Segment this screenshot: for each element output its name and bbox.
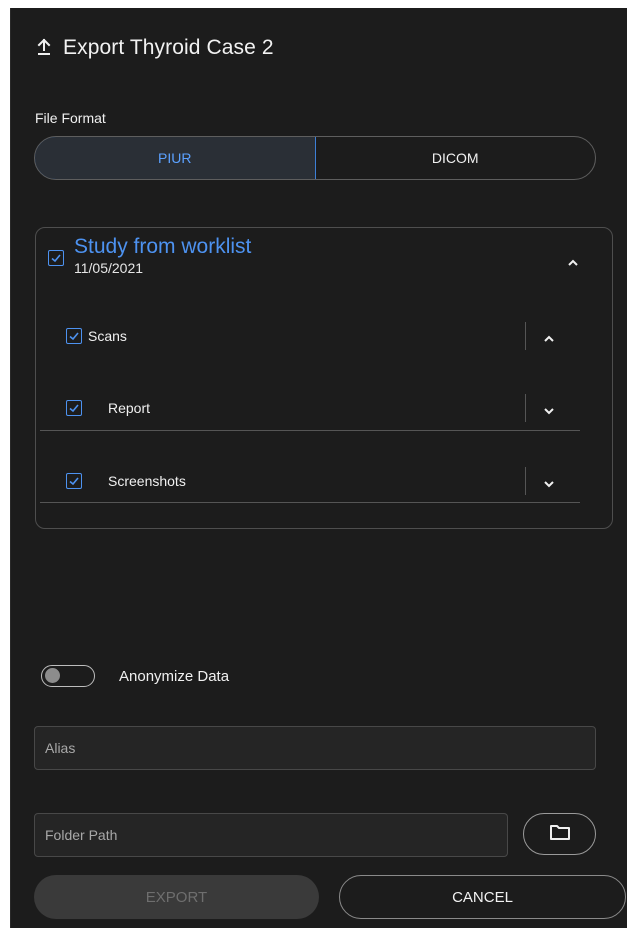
dialog-header: Export Thyroid Case 2 <box>35 36 274 60</box>
anonymize-control: Anonymize Data <box>41 665 229 687</box>
file-format-label: File Format <box>35 110 106 126</box>
cancel-button[interactable]: CANCEL <box>339 875 626 919</box>
report-row: Report <box>66 388 606 428</box>
study-checkbox[interactable] <box>48 250 64 266</box>
chevron-down-icon[interactable] <box>542 403 556 415</box>
anonymize-toggle[interactable] <box>41 665 95 687</box>
export-dialog: Export Thyroid Case 2 File Format PIUR D… <box>10 8 627 928</box>
anonymize-label: Anonymize Data <box>119 667 230 685</box>
report-separator <box>525 394 526 422</box>
format-option-piur[interactable]: PIUR <box>35 137 316 179</box>
toggle-knob <box>45 668 60 683</box>
row-divider <box>40 430 580 431</box>
row-divider <box>40 502 580 503</box>
alias-input[interactable] <box>34 726 596 770</box>
study-title: Study from worklist <box>74 235 252 258</box>
folder-icon <box>549 823 571 846</box>
report-label: Report <box>108 400 151 416</box>
chevron-up-icon[interactable] <box>566 255 580 266</box>
study-panel: Study from worklist 11/05/2021 Scans Rep… <box>35 227 613 529</box>
chevron-down-icon[interactable] <box>542 476 556 488</box>
chevron-up-icon[interactable] <box>542 331 556 342</box>
study-date: 11/05/2021 <box>74 260 144 276</box>
format-option-dicom[interactable]: DICOM <box>316 137 596 179</box>
screenshots-checkbox[interactable] <box>66 473 82 489</box>
scans-label: Scans <box>88 328 127 344</box>
screenshots-separator <box>525 467 526 495</box>
folder-path-input[interactable] <box>34 813 508 857</box>
study-header: Study from worklist 11/05/2021 <box>48 234 251 276</box>
screenshots-row: Screenshots <box>66 461 606 501</box>
dialog-title: Export Thyroid Case 2 <box>63 36 274 59</box>
file-format-selector: PIUR DICOM <box>34 136 596 180</box>
screenshots-label: Screenshots <box>108 473 186 489</box>
report-checkbox[interactable] <box>66 400 82 416</box>
study-info: Study from worklist 11/05/2021 <box>74 234 251 276</box>
scans-separator <box>525 322 526 350</box>
browse-folder-button[interactable] <box>523 813 596 855</box>
upload-icon <box>35 37 53 59</box>
export-button[interactable]: EXPORT <box>34 875 319 919</box>
scans-checkbox[interactable] <box>66 328 82 344</box>
scans-row: Scans <box>66 316 606 356</box>
